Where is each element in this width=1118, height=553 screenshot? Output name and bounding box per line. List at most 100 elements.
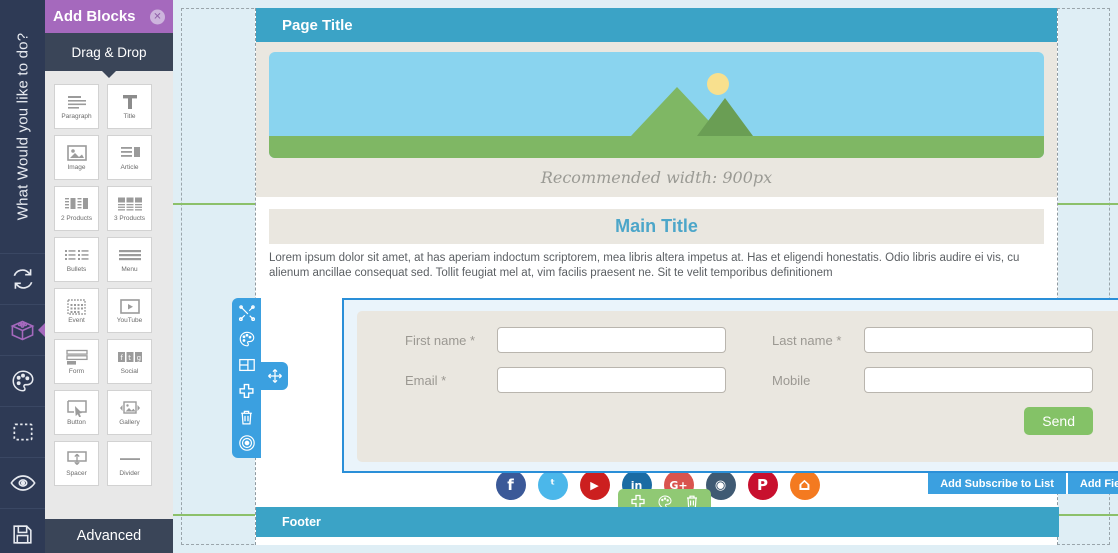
blocks-grid: Paragraph Title Image Article 2 Products… xyxy=(45,71,173,486)
rail-blocks-button[interactable] xyxy=(0,304,46,355)
title-icon xyxy=(120,92,140,112)
footer-title: Footer xyxy=(282,515,321,529)
block-article[interactable]: Article xyxy=(107,135,152,180)
block-label: Social xyxy=(120,368,139,376)
block-label: Image xyxy=(67,164,86,172)
block-label: Bullets xyxy=(66,266,87,274)
block-youtube[interactable]: YouTube xyxy=(107,288,152,333)
advanced-button[interactable]: Advanced xyxy=(45,519,173,553)
mountain-small-icon xyxy=(697,98,753,136)
block-3-products[interactable]: 3 Products xyxy=(107,186,152,231)
form-action-bar: Add Subscribe to List Add Field xyxy=(928,473,1118,494)
block-event[interactable]: Event xyxy=(54,288,99,333)
rail-preview-button[interactable] xyxy=(0,457,45,508)
block-label: Paragraph xyxy=(61,113,92,121)
bullets-icon xyxy=(64,245,90,265)
hero-block[interactable] xyxy=(256,42,1057,162)
block-divider[interactable]: Divider xyxy=(107,441,152,486)
youtube-icon[interactable]: ▶ xyxy=(579,470,610,500)
youtube-icon xyxy=(119,296,141,316)
twitter-icon[interactable]: ᵗ xyxy=(537,470,568,500)
blocks-icon xyxy=(9,317,36,344)
hero-recommended-width: Recommended width: 900px xyxy=(256,162,1057,197)
settings-tools-icon[interactable] xyxy=(237,303,257,323)
block-bullets[interactable]: Bullets xyxy=(54,237,99,282)
mobile-label: Mobile xyxy=(772,372,811,388)
block-2-products[interactable]: 2 Products xyxy=(54,186,99,231)
body-copy: Lorem ipsum dolor sit amet, at has aperi… xyxy=(269,252,1020,279)
last-name-input[interactable] xyxy=(864,327,1093,353)
advanced-label: Advanced xyxy=(76,528,142,544)
three-products-icon xyxy=(117,194,143,214)
add-icon[interactable] xyxy=(237,381,257,401)
rail-save-button[interactable] xyxy=(0,508,45,553)
gallery-icon xyxy=(117,398,143,418)
dashed-frame-icon xyxy=(10,419,36,445)
widget-toolbar xyxy=(232,298,261,458)
block-label: Article xyxy=(120,164,139,172)
rail-question: What Would you like to do? xyxy=(0,0,45,253)
form-widget[interactable]: First name * Last name * Email * Mobile … xyxy=(342,298,1118,494)
send-row: Send xyxy=(375,407,1109,435)
form-field-first-name: First name * xyxy=(375,327,742,353)
pinterest-icon[interactable]: P xyxy=(747,470,778,500)
close-icon[interactable]: ✕ xyxy=(150,9,165,24)
main-title: Main Title xyxy=(615,216,698,236)
form-row-1: First name * Last name * xyxy=(375,327,1109,353)
tab-label: Drag & Drop xyxy=(71,44,147,60)
send-button[interactable]: Send xyxy=(1024,407,1093,435)
main-title-block[interactable]: Main Title xyxy=(269,209,1044,244)
trash-icon[interactable] xyxy=(237,407,257,427)
block-title[interactable]: Title xyxy=(107,84,152,129)
email-input[interactable] xyxy=(497,367,726,393)
target-icon[interactable] xyxy=(237,433,257,453)
event-icon xyxy=(66,296,87,316)
block-form[interactable]: Form xyxy=(54,339,99,384)
block-spacer[interactable]: Spacer xyxy=(54,441,99,486)
eye-icon xyxy=(9,469,37,497)
block-label: Event xyxy=(68,317,85,325)
svg-text:t: t xyxy=(128,354,131,362)
editor-root: What Would you like to do? Add Blocks ✕ … xyxy=(0,0,1118,553)
editor-canvas: Page Title Recommended width: 900px Main… xyxy=(173,0,1118,553)
first-name-input[interactable] xyxy=(497,327,726,353)
page-column: Page Title Recommended width: 900px Main… xyxy=(255,8,1118,545)
two-products-icon xyxy=(64,194,90,214)
footer-bar[interactable]: Footer xyxy=(256,507,1059,537)
rail-icon-list xyxy=(0,253,46,553)
block-image[interactable]: Image xyxy=(54,135,99,180)
rail-question-text: What Would you like to do? xyxy=(14,32,31,221)
page-title-bar[interactable]: Page Title xyxy=(256,8,1057,42)
facebook-icon[interactable]: f xyxy=(495,470,526,500)
image-icon xyxy=(66,143,88,163)
block-label: Divider xyxy=(119,470,140,478)
email-label: Email * xyxy=(405,372,447,388)
hero-ground xyxy=(269,136,1044,158)
rail-layout-button[interactable] xyxy=(0,406,45,457)
move-handle-icon[interactable] xyxy=(261,362,288,390)
mobile-input[interactable] xyxy=(864,367,1093,393)
tab-drag-and-drop[interactable]: Drag & Drop xyxy=(45,33,173,78)
add-field-button[interactable]: Add Field xyxy=(1067,473,1118,494)
rail-palette-button[interactable] xyxy=(0,355,45,406)
block-label: Title xyxy=(123,113,136,121)
social-icon: ftg xyxy=(117,347,143,367)
rail-sync-button[interactable] xyxy=(0,253,45,304)
add-subscribe-to-list-button[interactable]: Add Subscribe to List xyxy=(928,473,1066,494)
last-name-label: Last name * xyxy=(772,332,842,348)
block-label: Spacer xyxy=(66,470,87,478)
chevron-down-icon xyxy=(102,71,116,78)
block-button[interactable]: Button xyxy=(54,390,99,435)
block-social[interactable]: ftg Social xyxy=(107,339,152,384)
palette-icon[interactable] xyxy=(237,329,257,349)
block-paragraph[interactable]: Paragraph xyxy=(54,84,99,129)
sync-icon xyxy=(10,266,36,292)
block-gallery[interactable]: Gallery xyxy=(107,390,152,435)
save-icon xyxy=(10,522,35,547)
first-name-label: First name * xyxy=(405,332,476,348)
block-menu[interactable]: Menu xyxy=(107,237,152,282)
home-icon[interactable]: ⌂ xyxy=(789,470,820,500)
layout-icon[interactable] xyxy=(237,355,257,375)
svg-text:g: g xyxy=(136,354,140,362)
form-field-email: Email * xyxy=(375,367,742,393)
